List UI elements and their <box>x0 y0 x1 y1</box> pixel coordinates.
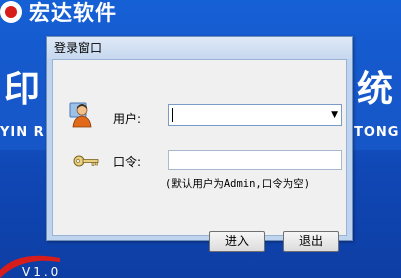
user-icon <box>69 102 92 128</box>
version-label: V1.0 <box>22 265 62 278</box>
dialog-title: 登录窗口 <box>54 41 103 55</box>
splash-title-left: 印 <box>4 69 41 110</box>
brand-logo <box>0 1 22 23</box>
login-button[interactable]: 进入 <box>209 231 265 252</box>
text-caret <box>172 108 173 122</box>
default-user-hint: (默认用户为Admin,口令为空) <box>165 178 311 190</box>
dialog-titlebar[interactable]: 登录窗口 <box>47 37 352 59</box>
exit-button[interactable]: 退出 <box>283 231 339 252</box>
chevron-down-icon[interactable]: ▼ <box>331 110 338 120</box>
splash-screen: 宏达软件 印 统 YIN R TONG V1.0 登录窗口 用户: ▼ 口令: … <box>0 0 401 278</box>
splash-title-right: 统 <box>357 69 394 110</box>
key-icon <box>73 155 99 167</box>
dialog-body: 用户: ▼ 口令: (默认用户为Admin,口令为空) 进入 退出 <box>52 59 347 252</box>
user-select[interactable]: ▼ <box>168 104 342 126</box>
splash-subtitle-right: TONG <box>354 125 400 140</box>
splash-subtitle-left: YIN R <box>0 125 45 140</box>
password-input[interactable] <box>168 150 342 170</box>
user-label: 用户: <box>113 112 142 126</box>
brand-name: 宏达软件 <box>29 1 117 25</box>
password-label: 口令: <box>113 155 142 169</box>
login-dialog: 登录窗口 用户: ▼ 口令: (默认用户为Admin,口令为空) 进入 退出 <box>46 36 353 252</box>
